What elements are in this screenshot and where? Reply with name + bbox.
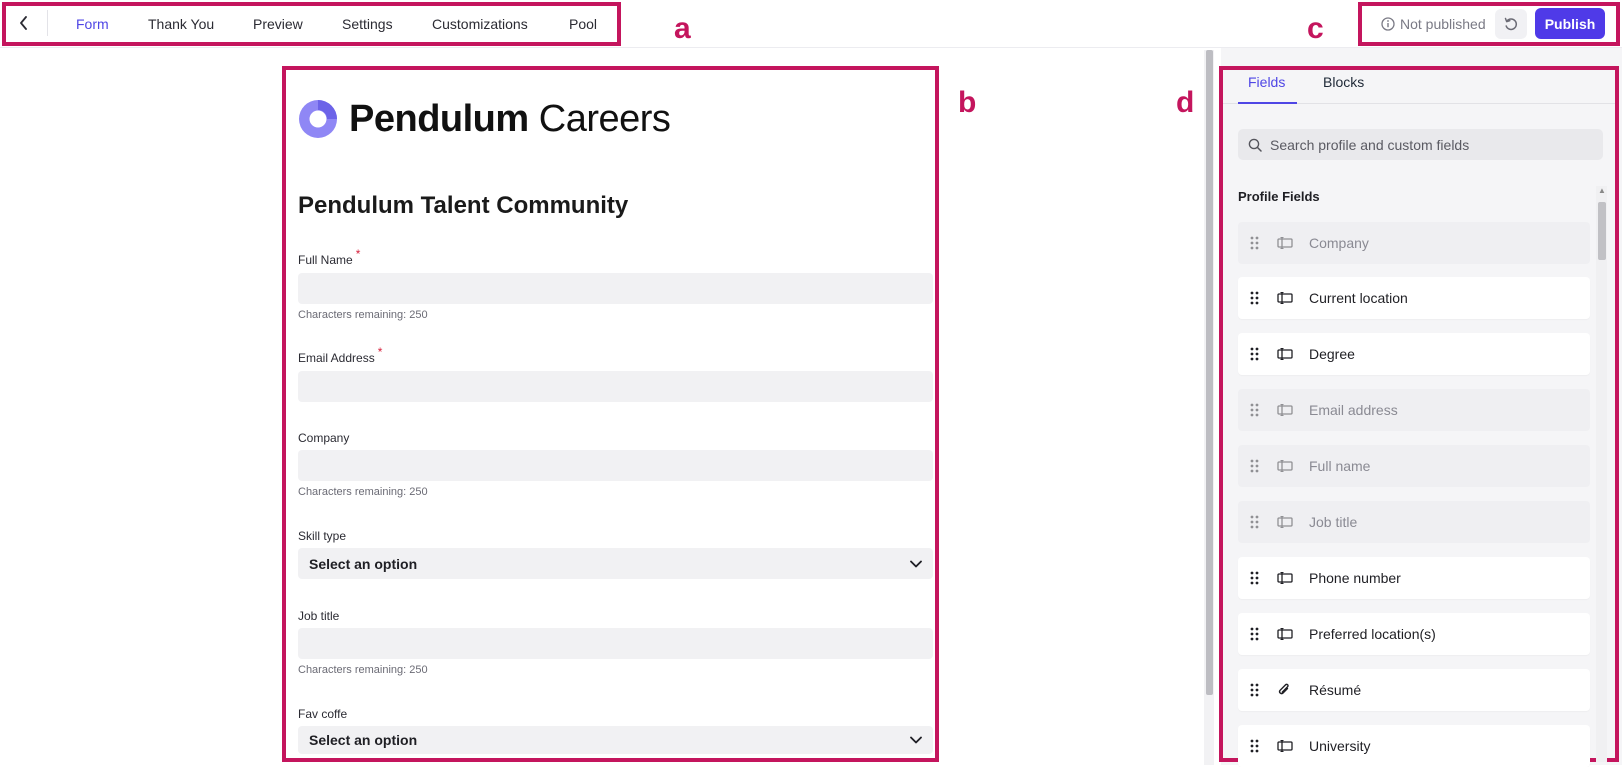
text-field-icon (1277, 237, 1295, 249)
text-field-icon (1277, 460, 1295, 472)
annotation-label-a: a (674, 12, 691, 45)
scroll-up-arrow-icon[interactable]: ▲ (1597, 186, 1607, 196)
field-item-resume[interactable]: Résumé (1238, 669, 1590, 711)
field-search-box[interactable] (1238, 129, 1603, 160)
field-label-fav-coffe: Fav coffe (298, 707, 348, 721)
nav-divider (47, 10, 48, 36)
field-item-label: University (1309, 738, 1371, 754)
brand-name: Pendulum Careers (349, 98, 671, 140)
tab-pool[interactable]: Pool (569, 13, 597, 35)
chevron-down-icon (910, 736, 922, 744)
back-button[interactable] (14, 10, 34, 36)
field-label-job-title: Job title (298, 609, 340, 623)
field-item-job-title: Job title (1238, 501, 1590, 543)
field-item-full-name: Full name (1238, 445, 1590, 487)
text-field-icon (1277, 628, 1295, 640)
field-label-company: Company (298, 431, 350, 445)
job-title-char-count: Characters remaining: 250 (298, 664, 428, 676)
drag-handle-icon[interactable] (1250, 627, 1262, 641)
field-item-label: Résumé (1309, 682, 1362, 698)
tab-customizations[interactable]: Customizations (432, 13, 528, 35)
field-item-label: Preferred location(s) (1309, 626, 1436, 642)
revert-button[interactable] (1495, 9, 1527, 39)
field-item-label: Current location (1309, 290, 1408, 306)
text-field-icon (1277, 740, 1295, 752)
field-label-skill-type: Skill type (298, 529, 347, 543)
skill-type-select[interactable]: Select an option (298, 548, 933, 579)
job-title-input[interactable] (298, 628, 933, 659)
drag-handle-icon[interactable] (1250, 683, 1262, 697)
publish-status-text: Not published (1400, 16, 1486, 32)
text-field-icon (1277, 572, 1295, 584)
tab-thank-you[interactable]: Thank You (148, 13, 214, 35)
pendulum-logo-icon (299, 100, 337, 138)
drag-handle-icon[interactable] (1250, 571, 1262, 585)
field-item-phone-number[interactable]: Phone number (1238, 557, 1590, 599)
field-item-university[interactable]: University (1238, 725, 1590, 767)
field-item-preferred-locations[interactable]: Preferred location(s) (1238, 613, 1590, 655)
drag-handle-icon (1250, 515, 1262, 529)
field-item-label: Company (1309, 235, 1369, 251)
fields-list-scrollbar[interactable] (1596, 186, 1607, 762)
active-tab-indicator (1238, 102, 1297, 104)
canvas-scrollbar-thumb[interactable] (1206, 50, 1213, 695)
fav-coffe-select[interactable]: Select an option (298, 726, 933, 754)
field-item-label: Full name (1309, 458, 1371, 474)
company-char-count: Characters remaining: 250 (298, 486, 428, 498)
text-field-icon (1277, 348, 1295, 360)
section-title-profile-fields: Profile Fields (1238, 189, 1320, 204)
text-field-icon (1277, 404, 1295, 416)
publish-status: Not published (1381, 14, 1486, 34)
tab-fields[interactable]: Fields (1248, 74, 1285, 90)
info-icon (1381, 17, 1395, 31)
field-item-current-location[interactable]: Current location (1238, 277, 1590, 319)
tab-blocks[interactable]: Blocks (1323, 74, 1364, 90)
full-name-char-count: Characters remaining: 250 (298, 309, 428, 321)
field-item-company: Company (1238, 222, 1590, 264)
publish-button[interactable]: Publish (1535, 8, 1605, 39)
drag-handle-icon[interactable] (1250, 347, 1262, 361)
annotation-label-d: d (1176, 86, 1195, 119)
required-mark: * (377, 345, 383, 359)
field-item-label: Degree (1309, 346, 1355, 362)
fav-coffe-select-value: Select an option (309, 732, 418, 748)
search-input[interactable] (1270, 136, 1590, 153)
annotation-label-c: c (1307, 12, 1324, 45)
chevron-down-icon (910, 560, 922, 567)
form-title: Pendulum Talent Community (298, 192, 629, 219)
drag-handle-icon[interactable] (1250, 739, 1262, 753)
drag-handle-icon (1250, 403, 1262, 417)
drag-handle-icon (1250, 459, 1262, 473)
text-field-icon (1277, 516, 1295, 528)
tab-preview[interactable]: Preview (253, 13, 303, 35)
drag-handle-icon[interactable] (1250, 291, 1262, 305)
drag-handle-icon (1250, 236, 1262, 250)
full-name-input[interactable] (298, 273, 933, 304)
field-item-degree[interactable]: Degree (1238, 333, 1590, 375)
tab-settings[interactable]: Settings (342, 13, 393, 35)
search-icon (1248, 138, 1262, 152)
tab-form[interactable]: Form (76, 13, 109, 35)
field-item-label: Job title (1309, 514, 1358, 530)
required-mark: * (355, 247, 361, 261)
fields-list-scrollbar-thumb[interactable] (1598, 202, 1606, 260)
annotation-label-b: b (958, 86, 977, 119)
field-label-full-name: Full Name * (298, 247, 361, 267)
text-field-icon (1277, 292, 1295, 304)
company-input[interactable] (298, 450, 933, 481)
skill-type-select-value: Select an option (309, 555, 418, 572)
field-item-label: Phone number (1309, 570, 1401, 586)
undo-icon (1504, 17, 1518, 31)
email-address-input[interactable] (298, 371, 933, 402)
field-item-label: Email address (1309, 402, 1398, 418)
chevron-left-icon (20, 16, 27, 30)
paperclip-icon (1277, 682, 1295, 698)
field-item-email-address: Email address (1238, 389, 1590, 431)
field-label-email-address: Email Address * (298, 345, 383, 365)
